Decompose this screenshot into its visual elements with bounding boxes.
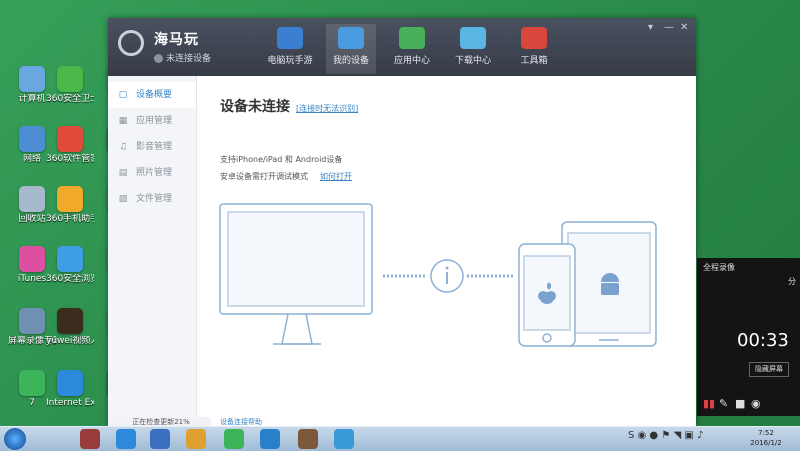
- hide-screen-button[interactable]: 隐藏屏幕: [749, 362, 789, 377]
- recorder-title: 全程录像: [703, 263, 735, 272]
- recording-timer: 00:33: [737, 330, 789, 351]
- main-panel: 设备未连接 [连接时无法识别] 支持iPhone/iPad 和 Android设备…: [197, 76, 696, 426]
- sidebar-item-icon: ▢: [118, 90, 128, 100]
- desktop-icon-label: 360软件管家: [46, 154, 94, 164]
- stop-icon[interactable]: ■: [735, 397, 745, 410]
- screen-recorder-panel: 全程录像 分 00:33 隐藏屏幕 ▮▮ ✎ ■ ◉: [697, 258, 800, 416]
- nav-tab-label: 应用中心: [393, 56, 430, 66]
- app-icon: [19, 126, 45, 152]
- nav-tab-label: 工具箱: [520, 56, 548, 66]
- camera-icon[interactable]: ◉: [751, 397, 761, 410]
- sidebar-item[interactable]: ▧ 文件管理: [108, 186, 196, 212]
- desktop-icon[interactable]: 360软件管家: [46, 126, 94, 164]
- app-icon: [19, 246, 45, 272]
- menu-dropdown-icon[interactable]: ▾: [648, 22, 653, 33]
- sidebar-item-icon: ▦: [118, 116, 128, 126]
- taskbar-app-icon[interactable]: [80, 429, 100, 449]
- desktop-icon-label: 360安全卫士: [46, 94, 94, 104]
- sidebar-item[interactable]: ▦ 应用管理: [108, 108, 196, 134]
- app-icon: [57, 66, 83, 92]
- sidebar-item-icon: ♫: [118, 142, 128, 152]
- connection-status: 未连接设备: [154, 51, 211, 64]
- pause-icon[interactable]: ▮▮: [703, 397, 715, 410]
- android-icon: [601, 273, 619, 295]
- app-icon: [19, 308, 45, 334]
- nav-tab[interactable]: 下载中心: [448, 24, 498, 74]
- sidebar-item[interactable]: ▤ 照片管理: [108, 160, 196, 186]
- desktop-icon-label: 360安全浏览器: [46, 274, 94, 284]
- app-icon: [19, 370, 45, 396]
- taskbar-app-icon[interactable]: [116, 429, 136, 449]
- nav-tab-icon: [277, 27, 303, 49]
- sidebar-item-label: 影音管理: [136, 142, 173, 152]
- sidebar-item-label: 照片管理: [136, 168, 173, 178]
- desktop-icon[interactable]: 360安全卫士: [46, 66, 94, 104]
- nav-tab-icon: [338, 27, 364, 49]
- close-icon[interactable]: ✕: [680, 22, 688, 33]
- sidebar: ▢ 设备概要 ▦ 应用管理 ♫ 影音管理 ▤ 照片管理 ▧ 文件管理: [108, 76, 197, 432]
- app-logo-icon: [118, 30, 144, 56]
- info-circle-icon: [430, 259, 464, 293]
- app-icon: [19, 66, 45, 92]
- taskbar-app-icon[interactable]: [260, 429, 280, 449]
- taskbar-app-icon[interactable]: [186, 429, 206, 449]
- nav-tab[interactable]: 应用中心: [387, 24, 437, 74]
- sidebar-item-icon: ▧: [118, 194, 128, 204]
- nav-tab-icon: [460, 27, 486, 49]
- sidebar-item[interactable]: ♫ 影音管理: [108, 134, 196, 160]
- taskbar-app-icon[interactable]: [334, 429, 354, 449]
- nav-tab[interactable]: 工具箱: [509, 24, 559, 74]
- taskbar-clock[interactable]: 7:52 2016/1/2: [744, 428, 788, 448]
- haimawan-window: 海马玩 未连接设备 电脑玩手游 我的设备 应用中心 下载中心 工具箱 ▾ — ✕ ▢ 设备…: [108, 18, 696, 432]
- app-icon: [57, 370, 83, 396]
- desktop-icon-label: yuwei视频人员工具web: [46, 336, 94, 346]
- start-button[interactable]: [4, 428, 26, 450]
- status-dot-icon: [154, 54, 163, 63]
- nav-tab-icon: [521, 27, 547, 49]
- desktop-icon[interactable]: 360手机助手: [46, 186, 94, 224]
- app-name: 海马玩: [154, 32, 199, 48]
- app-icon: [57, 308, 83, 334]
- sidebar-item-label: 应用管理: [136, 116, 173, 126]
- desktop-icon-label: Internet Explorer: [46, 398, 94, 408]
- taskbar-app-icon[interactable]: [298, 429, 318, 449]
- recorder-label: 分: [788, 277, 796, 286]
- desktop-icon[interactable]: yuwei视频人员工具web: [46, 308, 94, 346]
- app-icon: [57, 246, 83, 272]
- desktop-icon[interactable]: 360安全浏览器: [46, 246, 94, 284]
- nav-tab-label: 电脑玩手游: [267, 56, 313, 66]
- taskbar-app-icon[interactable]: [150, 429, 170, 449]
- app-icon: [57, 186, 83, 212]
- sidebar-item-label: 设备概要: [136, 90, 173, 100]
- nav-tab[interactable]: 我的设备: [326, 24, 376, 74]
- desktop-icon-label: 360手机助手: [46, 214, 94, 224]
- nav-tab-label: 我的设备: [332, 56, 369, 66]
- title-bar[interactable]: 海马玩 未连接设备 电脑玩手游 我的设备 应用中心 下载中心 工具箱 ▾ — ✕: [108, 18, 696, 76]
- taskbar: S ◉ ● ⚑ ◥ ▣ ♪ 7:52 2016/1/2: [0, 426, 800, 451]
- sidebar-item[interactable]: ▢ 设备概要: [108, 82, 196, 108]
- nav-tab-label: 下载中心: [454, 56, 491, 66]
- connection-illustration: [219, 203, 657, 347]
- app-icon: [19, 186, 45, 212]
- system-tray[interactable]: S ◉ ● ⚑ ◥ ▣ ♪: [628, 430, 703, 441]
- monitor-illustration: [219, 203, 373, 345]
- nav-tab-icon: [399, 27, 425, 49]
- desktop-icon[interactable]: Internet Explorer: [46, 370, 94, 408]
- app-icon: [57, 126, 83, 152]
- sidebar-item-label: 文件管理: [136, 194, 173, 204]
- minimize-icon[interactable]: —: [664, 22, 674, 33]
- pen-icon[interactable]: ✎: [719, 397, 728, 410]
- nav-tab[interactable]: 电脑玩手游: [265, 24, 315, 74]
- sidebar-item-icon: ▤: [118, 168, 128, 178]
- taskbar-app-icon[interactable]: [224, 429, 244, 449]
